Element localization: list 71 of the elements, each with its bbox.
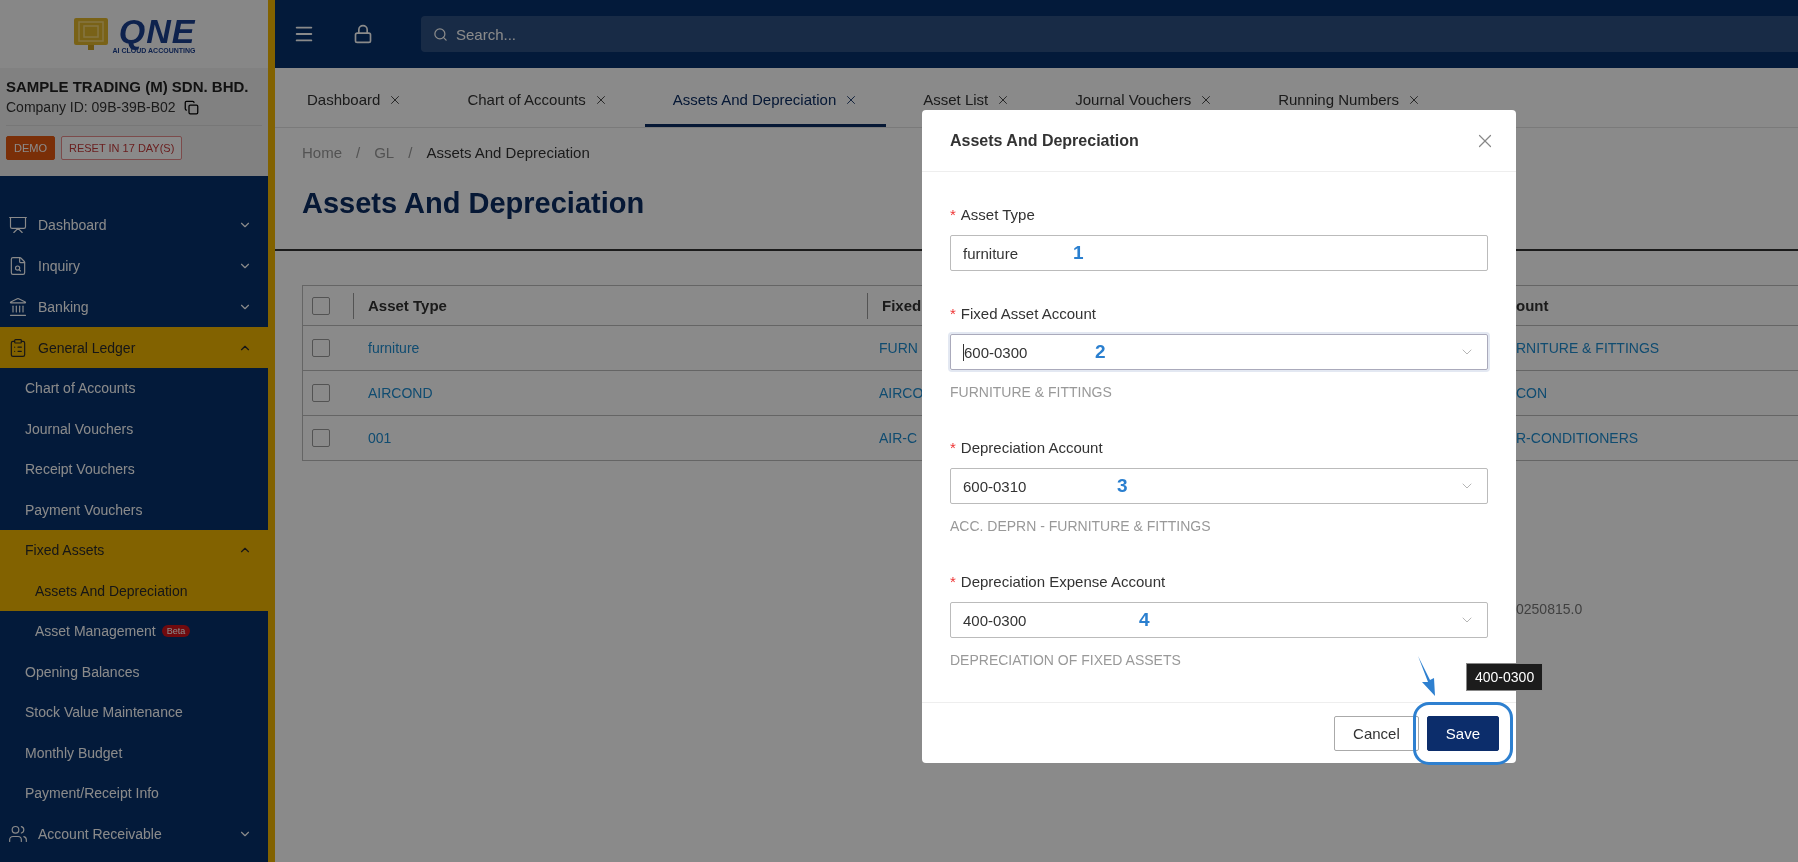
sidebar-item[interactable]: Chart of Accounts <box>0 368 268 409</box>
sidebar-item[interactable]: General Ledger <box>0 327 268 368</box>
column-header: ount <box>1516 295 1550 316</box>
sidebar-item[interactable]: Opening Balances <box>0 651 268 692</box>
step-number: 2 <box>1095 341 1107 363</box>
breadcrumb-separator: / <box>356 144 361 161</box>
sidebar-item[interactable]: Dashboard <box>0 204 268 245</box>
version-text: 0250815.0 <box>1516 601 1584 617</box>
required-mark: * <box>950 573 956 590</box>
sidebar-item[interactable]: Stock Value Maintenance <box>0 692 268 733</box>
account-description: DEPRECIATION OF FIXED ASSETS <box>950 652 1182 668</box>
logo-icon <box>72 17 109 51</box>
step-number: 1 <box>1073 242 1085 264</box>
sidebar-item[interactable]: Banking <box>0 286 268 327</box>
sidebar-item[interactable]: Journal Vouchers <box>0 408 268 449</box>
tab[interactable]: Journal Vouchers <box>1047 91 1242 127</box>
checkbox[interactable] <box>312 339 330 357</box>
save-button[interactable]: Save <box>1426 715 1499 751</box>
reset-badge: RESET IN 17 DAY(S) <box>61 136 183 160</box>
checkbox[interactable] <box>312 429 330 447</box>
table-cell[interactable]: RNITURE & FITTINGS <box>1516 340 1798 356</box>
field-label: Asset Type <box>960 206 1035 223</box>
tab[interactable]: Assets And Depreciation <box>644 91 887 127</box>
search-icon <box>433 26 448 42</box>
required-mark: * <box>950 305 956 322</box>
checkbox[interactable] <box>312 384 330 402</box>
cancel-button[interactable]: Cancel <box>1334 715 1419 751</box>
tab[interactable]: Running Numbers <box>1250 91 1450 127</box>
table-cell[interactable]: furniture <box>353 340 867 356</box>
dialog-title: Assets And Depreciation <box>950 131 1139 150</box>
sidebar-item[interactable]: Fixed Assets <box>0 530 268 571</box>
page-title: Assets And Depreciation <box>302 187 645 221</box>
copy-icon[interactable] <box>183 99 199 115</box>
required-mark: * <box>950 439 956 456</box>
field-label: Depreciation Account <box>960 439 1103 456</box>
scrollbar[interactable] <box>268 0 275 862</box>
select-field[interactable]: 600-0300 2 <box>950 334 1488 370</box>
sidebar-item[interactable]: Account Receivable <box>0 813 268 855</box>
sidebar-item[interactable]: Payment/Receipt Info <box>0 773 268 814</box>
sidebar-item[interactable]: Assets And Depreciation <box>0 570 268 611</box>
step-number: 4 <box>1139 609 1151 631</box>
breadcrumb-item: Assets And Depreciation <box>426 144 590 161</box>
company-name: SAMPLE TRADING (M) SDN. BHD. <box>6 78 250 95</box>
sidebar-item[interactable]: Monthly Budget <box>0 732 268 773</box>
field-label: Fixed Asset Account <box>960 305 1096 322</box>
tab[interactable]: Dashboard <box>279 91 431 127</box>
breadcrumb-separator: / <box>408 144 413 161</box>
table-cell[interactable]: AIRCOND <box>353 385 867 401</box>
sidebar-item[interactable]: Inquiry <box>0 245 268 286</box>
beta-badge: Beta <box>161 625 191 638</box>
select-field[interactable]: 400-0300 4 <box>950 602 1488 638</box>
tab[interactable]: Chart of Accounts <box>439 91 636 127</box>
account-description: ACC. DEPRN - FURNITURE & FITTINGS <box>950 518 1212 534</box>
checkbox[interactable] <box>312 296 330 315</box>
tooltip: 400-0300 <box>1466 663 1544 691</box>
table-cell[interactable]: 001 <box>353 430 867 446</box>
field-label: Depreciation Expense Account <box>960 573 1166 590</box>
table-cell[interactable]: CON <box>1516 385 1798 401</box>
company-id: Company ID: 09B-39B-B02 <box>6 99 176 115</box>
sidebar-item[interactable]: Receipt Vouchers <box>0 449 268 490</box>
table-cell[interactable]: R-CONDITIONERS <box>1516 430 1798 446</box>
tab[interactable]: Asset List <box>895 91 1039 127</box>
sidebar-item[interactable]: Payment Vouchers <box>0 489 268 530</box>
required-mark: * <box>950 206 956 223</box>
step-number: 3 <box>1117 475 1129 497</box>
column-header: Asset Type <box>353 292 867 319</box>
account-description: FURNITURE & FITTINGS <box>950 384 1113 400</box>
demo-badge: DEMO <box>6 136 55 160</box>
input-field[interactable]: furniture 1 <box>950 235 1488 271</box>
sidebar-item[interactable]: Asset Management Beta <box>0 611 268 652</box>
select-field[interactable]: 600-0310 3 <box>950 468 1488 504</box>
